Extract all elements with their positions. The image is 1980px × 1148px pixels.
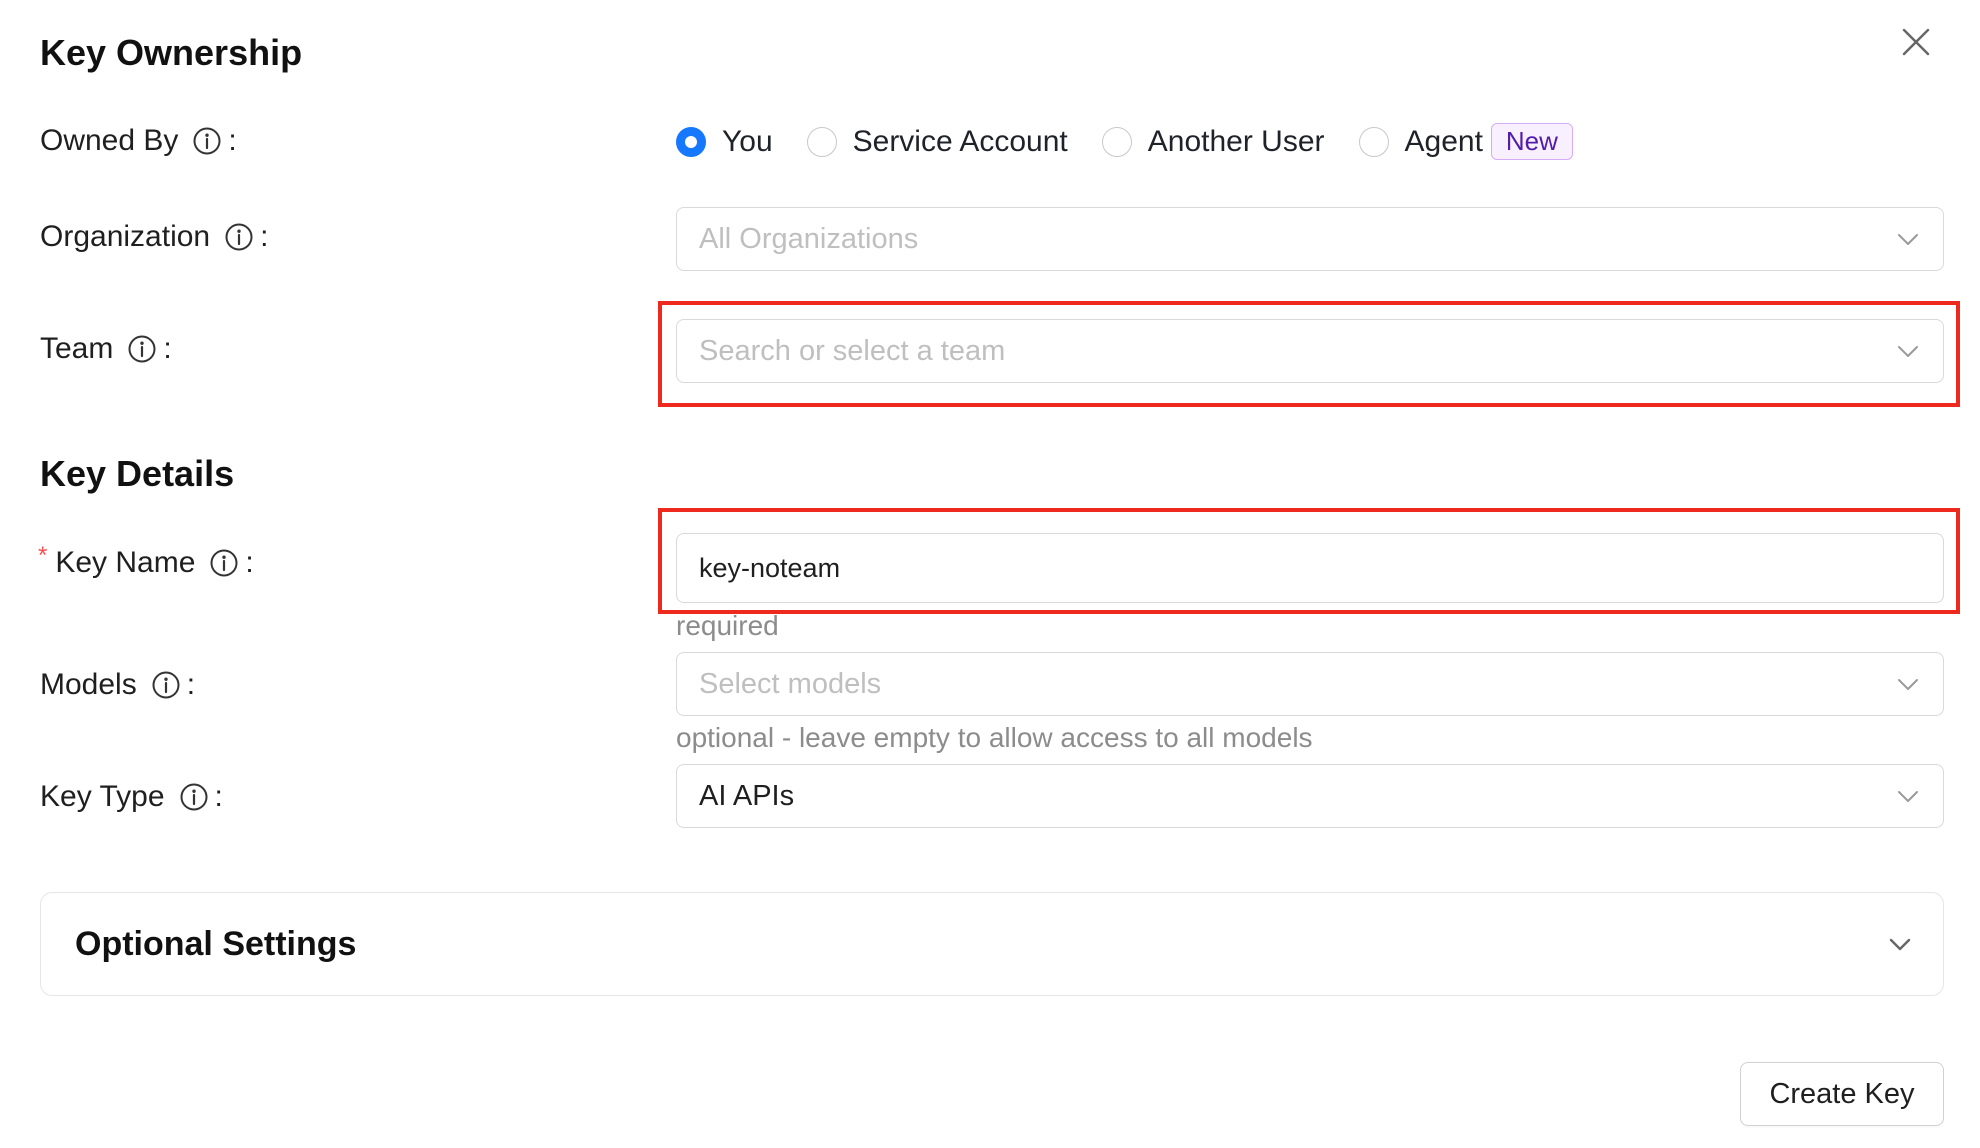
key-name-label: * Key Name : bbox=[38, 542, 254, 579]
chevron-down-icon bbox=[1895, 783, 1921, 809]
organization-label: Organization : bbox=[40, 220, 269, 253]
info-icon[interactable] bbox=[179, 782, 209, 812]
optional-settings-title: Optional Settings bbox=[75, 924, 357, 963]
radio-option-agent[interactable]: Agent New bbox=[1358, 123, 1573, 160]
new-badge: New bbox=[1490, 123, 1573, 160]
info-icon[interactable] bbox=[209, 548, 239, 578]
optional-settings-collapse[interactable]: Optional Settings bbox=[40, 892, 1944, 996]
models-select[interactable]: Select models bbox=[676, 652, 1944, 716]
models-hint: optional - leave empty to allow access t… bbox=[676, 722, 1313, 753]
key-name-input[interactable]: key-noteam bbox=[676, 533, 1944, 603]
radio-button[interactable] bbox=[1101, 126, 1132, 157]
close-icon[interactable] bbox=[1900, 26, 1932, 58]
key-name-hint: required bbox=[676, 610, 779, 641]
radio-option-service-account[interactable]: Service Account bbox=[806, 125, 1068, 159]
required-mark: * bbox=[38, 542, 48, 569]
chevron-down-icon bbox=[1895, 226, 1921, 252]
team-label: Team : bbox=[40, 332, 172, 365]
radio-button[interactable] bbox=[1358, 126, 1389, 157]
team-select[interactable]: Search or select a team bbox=[676, 319, 1944, 383]
organization-select[interactable]: All Organizations bbox=[676, 207, 1944, 271]
key-ownership-title: Key Ownership bbox=[40, 32, 303, 73]
info-icon[interactable] bbox=[127, 334, 157, 364]
chevron-down-icon bbox=[1895, 671, 1921, 697]
create-key-button[interactable]: Create Key bbox=[1740, 1062, 1944, 1126]
owned-by-label: Owned By : bbox=[40, 124, 237, 157]
info-icon[interactable] bbox=[192, 126, 222, 156]
key-type-select[interactable]: AI APIs bbox=[676, 764, 1944, 828]
info-icon[interactable] bbox=[151, 670, 181, 700]
radio-button[interactable] bbox=[676, 126, 706, 157]
radio-button[interactable] bbox=[806, 126, 837, 157]
chevron-down-icon bbox=[1895, 338, 1921, 364]
models-label: Models : bbox=[40, 668, 196, 701]
radio-option-you[interactable]: You bbox=[676, 125, 773, 159]
key-details-title: Key Details bbox=[40, 453, 235, 494]
chevron-down-icon[interactable] bbox=[1887, 931, 1913, 957]
owned-by-radio-group: You Service Account Another User Agent N… bbox=[676, 123, 1573, 160]
key-type-label: Key Type : bbox=[40, 780, 223, 813]
info-icon[interactable] bbox=[224, 222, 254, 252]
radio-option-another-user[interactable]: Another User bbox=[1101, 125, 1325, 159]
